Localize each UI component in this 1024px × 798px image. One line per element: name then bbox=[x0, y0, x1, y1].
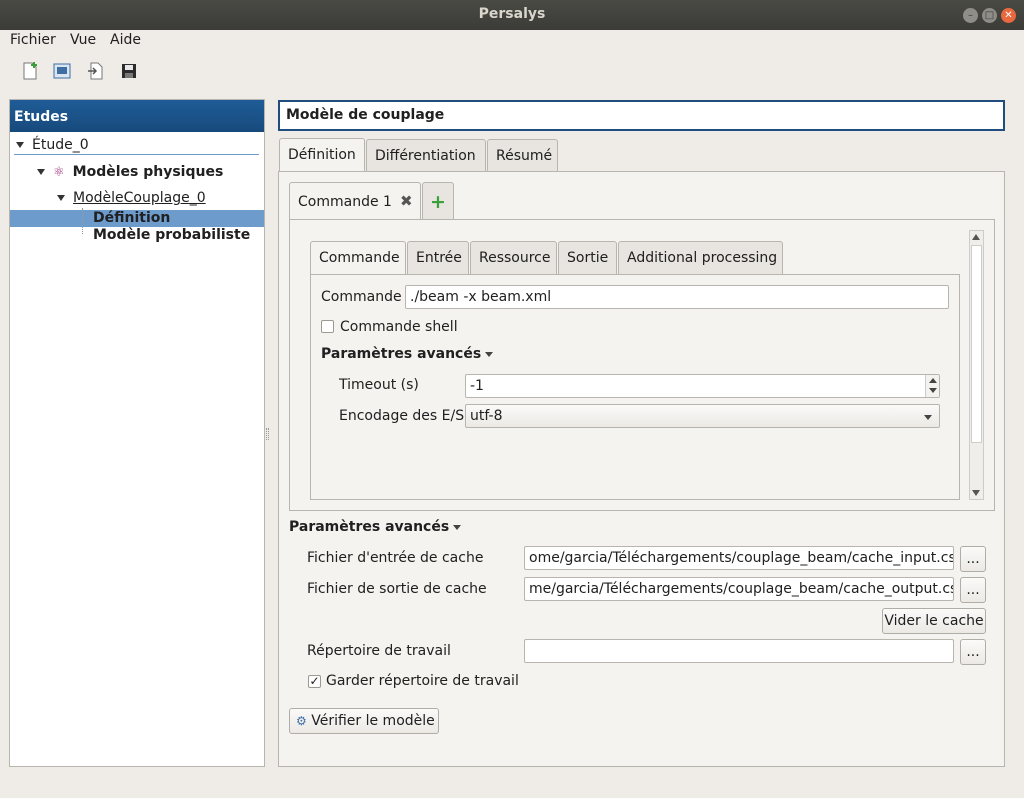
cache-input-field[interactable]: ome/garcia/Téléchargements/couplage_beam… bbox=[524, 546, 954, 570]
scroll-up-icon[interactable] bbox=[972, 234, 980, 240]
scroll-down-icon[interactable] bbox=[972, 490, 980, 496]
verify-model-button[interactable]: ⚙ Vérifier le modèle bbox=[289, 708, 439, 734]
window-title: Persalys bbox=[478, 6, 546, 22]
tab-definition[interactable]: Définition bbox=[279, 138, 365, 172]
command-input[interactable]: ./beam -x beam.xml bbox=[405, 285, 949, 309]
cache-output-browse-button[interactable]: ... bbox=[960, 577, 986, 603]
clear-cache-button[interactable]: Vider le cache bbox=[882, 608, 986, 634]
studies-panel: Etudes Étude_0 ⚛ Modèles physiques Modèle… bbox=[9, 99, 265, 767]
timeout-label: Timeout (s) bbox=[339, 377, 419, 393]
chevron-down-icon[interactable] bbox=[57, 195, 65, 201]
tree-item-modele-couplage[interactable]: ModèleCouplage_0 bbox=[57, 190, 206, 206]
tab-ressource[interactable]: Ressource bbox=[470, 241, 557, 274]
keep-workdir-checkbox[interactable]: ✓ bbox=[308, 675, 321, 688]
timeout-spinbox[interactable]: -1 bbox=[465, 374, 940, 398]
tree-item-modele-probabiliste[interactable]: Modèle probabiliste bbox=[93, 227, 250, 243]
triangle-down-icon bbox=[485, 351, 494, 357]
spin-up-icon[interactable] bbox=[929, 378, 937, 383]
atom-icon: ⚛ bbox=[53, 165, 65, 180]
chevron-down-icon[interactable] bbox=[37, 169, 45, 175]
open-study-icon[interactable] bbox=[52, 61, 72, 81]
import-icon[interactable] bbox=[86, 61, 106, 81]
shell-label[interactable]: Commande shell bbox=[340, 319, 458, 335]
maximize-icon[interactable]: □ bbox=[982, 8, 997, 23]
cache-input-browse-button[interactable]: ... bbox=[960, 546, 986, 572]
cache-input-label: Fichier d'entrée de cache bbox=[307, 550, 484, 566]
tree-item-etude[interactable]: Étude_0 bbox=[16, 137, 89, 153]
menu-aide[interactable]: Aide bbox=[110, 32, 141, 48]
workdir-label: Répertoire de travail bbox=[307, 643, 451, 659]
save-icon[interactable] bbox=[119, 61, 139, 81]
dropdown-arrow-icon bbox=[924, 415, 932, 420]
keep-workdir-label[interactable]: Garder répertoire de travail bbox=[326, 673, 519, 689]
spin-down-icon[interactable] bbox=[929, 388, 937, 393]
page-title: Modèle de couplage bbox=[278, 100, 1005, 131]
toolbar bbox=[0, 56, 1024, 86]
tab-additional-processing[interactable]: Additional processing bbox=[618, 241, 783, 274]
spin-buttons[interactable] bbox=[925, 375, 939, 397]
window-titlebar: Persalys – □ ✕ bbox=[0, 0, 1024, 30]
shell-checkbox[interactable] bbox=[321, 320, 334, 333]
gear-icon: ⚙ bbox=[296, 714, 307, 728]
plus-icon: + bbox=[430, 191, 446, 213]
tab-commande-1[interactable]: Commande 1 ✖ bbox=[289, 182, 421, 219]
new-study-icon[interactable] bbox=[20, 61, 40, 81]
workdir-field[interactable] bbox=[524, 639, 954, 663]
tab-commande[interactable]: Commande bbox=[310, 241, 406, 275]
triangle-down-icon bbox=[453, 524, 462, 530]
tree-divider bbox=[14, 154, 259, 155]
scrollbar-thumb[interactable] bbox=[971, 245, 982, 443]
close-tab-icon[interactable]: ✖ bbox=[400, 192, 413, 210]
cache-output-label: Fichier de sortie de cache bbox=[307, 581, 487, 597]
menu-vue[interactable]: Vue bbox=[70, 32, 96, 48]
encoding-label: Encodage des E/S bbox=[339, 408, 465, 424]
add-command-button[interactable]: + bbox=[422, 182, 454, 219]
chevron-down-icon[interactable] bbox=[16, 142, 24, 148]
command-label: Commande bbox=[321, 289, 402, 305]
splitter-handle[interactable] bbox=[266, 428, 269, 440]
minimize-icon[interactable]: – bbox=[963, 8, 978, 23]
tree-item-modeles-physiques[interactable]: ⚛ Modèles physiques bbox=[37, 164, 223, 180]
studies-header: Etudes bbox=[10, 100, 264, 132]
workdir-browse-button[interactable]: ... bbox=[960, 639, 986, 665]
tree-connector bbox=[82, 208, 83, 234]
menubar: Fichier Vue Aide bbox=[0, 30, 1024, 52]
vertical-scrollbar[interactable] bbox=[969, 230, 984, 500]
encoding-select[interactable]: utf-8 bbox=[465, 404, 940, 428]
cache-output-field[interactable]: me/garcia/Téléchargements/couplage_beam/… bbox=[524, 577, 954, 601]
inner-advanced-toggle[interactable]: Paramètres avancés bbox=[321, 346, 494, 362]
menu-fichier[interactable]: Fichier bbox=[10, 32, 56, 48]
tab-entree[interactable]: Entrée bbox=[407, 241, 469, 274]
advanced-toggle[interactable]: Paramètres avancés bbox=[289, 519, 462, 535]
tree-item-definition[interactable]: Définition bbox=[93, 210, 170, 226]
close-icon[interactable]: ✕ bbox=[1001, 8, 1016, 23]
tab-differentiation[interactable]: Différentiation bbox=[366, 139, 486, 172]
tab-resume[interactable]: Résumé bbox=[487, 139, 558, 172]
tab-sortie[interactable]: Sortie bbox=[558, 241, 617, 274]
